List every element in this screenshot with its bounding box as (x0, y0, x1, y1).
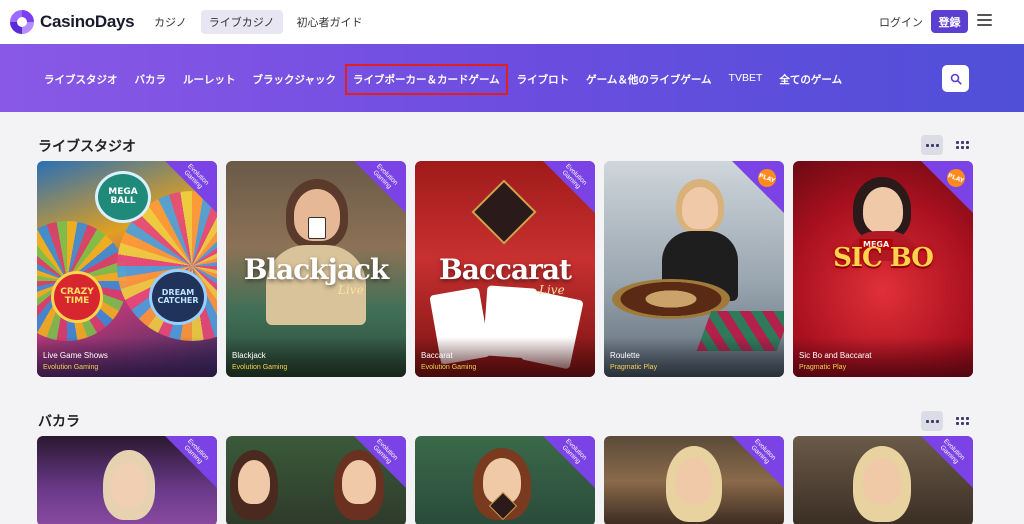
crazy-time-logo: CRAZY TIME (51, 271, 103, 323)
category-live-lotto[interactable]: ライブロト (517, 72, 570, 87)
category-blackjack[interactable]: ブラックジャック (253, 72, 336, 87)
game-provider: Evolution Gaming (232, 364, 288, 371)
register-button[interactable]: 登録 (931, 10, 968, 33)
search-icon (950, 73, 962, 85)
game-title: Sic Bo and Baccarat (799, 351, 872, 360)
blackjack-art-sub: Live (338, 283, 364, 297)
provider-badge (921, 161, 973, 213)
sic-bo-art-title: SIC BO (833, 243, 934, 273)
top-nav-casino[interactable]: カジノ (146, 10, 195, 34)
view-toggle (921, 135, 973, 155)
game-card[interactable]: Evolution Gaming (415, 436, 595, 524)
category-roulette[interactable]: ルーレット (183, 72, 236, 87)
game-provider: Evolution Gaming (43, 364, 99, 371)
carousel-view-button[interactable] (921, 411, 943, 431)
game-card-roulette[interactable]: PLAY Roulette Pragmatic Play (604, 161, 784, 377)
provider-badge (732, 161, 784, 213)
category-bar: ライブスタジオ バカラ ルーレット ブラックジャック ライブポーカー＆カードゲー… (0, 44, 1024, 112)
category-tvbet[interactable]: TVBET (729, 72, 763, 87)
category-all-games[interactable]: 全てのゲーム (779, 72, 842, 87)
game-card[interactable]: Evolution Gaming (226, 436, 406, 524)
top-header: CasinoDays カジノ ライブカジノ 初心者ガイド ログイン 登録 (0, 0, 1024, 44)
category-nav: ライブスタジオ バカラ ルーレット ブラックジャック ライブポーカー＆カードゲー… (44, 64, 859, 95)
game-card[interactable]: Evolution Gaming (793, 436, 973, 524)
game-card-sic-bo-baccarat[interactable]: MEGA SIC BO PLAY Sic Bo and Baccarat Pra… (793, 161, 973, 377)
baccarat-art-sub: Live (539, 283, 565, 297)
game-card[interactable]: Evolution Gaming (37, 436, 217, 524)
game-title: Live Game Shows (43, 351, 108, 360)
logo-text: CasinoDays (40, 12, 135, 31)
hamburger-menu-icon[interactable] (977, 14, 993, 28)
logo-icon (10, 10, 34, 34)
carousel-view-button[interactable] (921, 135, 943, 155)
game-provider: Pragmatic Play (799, 364, 847, 371)
game-card[interactable]: Evolution Gaming (604, 436, 784, 524)
game-provider: Evolution Gaming (421, 364, 477, 371)
category-baccarat[interactable]: バカラ (135, 72, 167, 87)
game-card-live-game-shows[interactable]: MEGA BALL CRAZY TIME DREAM CATCHER Evolu… (37, 161, 217, 377)
search-button[interactable] (942, 65, 969, 92)
top-nav-beginners-guide[interactable]: 初心者ガイド (289, 10, 371, 34)
top-nav: カジノ ライブカジノ 初心者ガイド (146, 10, 371, 34)
login-link[interactable]: ログイン (879, 14, 923, 30)
casinodays-logo[interactable]: CasinoDays (10, 10, 135, 34)
game-row-live-studio: MEGA BALL CRAZY TIME DREAM CATCHER Evolu… (37, 161, 973, 377)
section-title-live-studio: ライブスタジオ (38, 139, 136, 155)
game-card-baccarat[interactable]: Baccarat Live Evolution Gaming Baccarat … (415, 161, 595, 377)
top-nav-live-casino[interactable]: ライブカジノ (200, 10, 283, 34)
game-title: Blackjack (232, 351, 266, 360)
category-live-studio[interactable]: ライブスタジオ (44, 72, 118, 87)
category-live-poker-card-games[interactable]: ライブポーカー＆カードゲーム (345, 64, 508, 95)
mega-ball-logo: MEGA BALL (95, 171, 151, 223)
baccarat-art-title: Baccarat (439, 253, 572, 286)
section-title-baccarat: バカラ (38, 414, 80, 430)
dream-catcher-logo: DREAM CATCHER (149, 269, 207, 325)
category-games-other[interactable]: ゲーム＆他のライブゲーム (586, 72, 711, 87)
game-title: Roulette (610, 351, 640, 360)
game-title: Baccarat (421, 351, 453, 360)
grid-view-button[interactable] (951, 135, 973, 155)
view-toggle (921, 411, 973, 431)
game-provider: Pragmatic Play (610, 364, 658, 371)
blackjack-art-title: Blackjack (243, 253, 390, 286)
game-row-baccarat: Evolution Gaming Evolution Gaming Evolut… (37, 436, 973, 524)
game-card-blackjack[interactable]: Blackjack Live Evolution Gaming Blackjac… (226, 161, 406, 377)
grid-view-button[interactable] (951, 411, 973, 431)
card-icon (308, 217, 326, 239)
